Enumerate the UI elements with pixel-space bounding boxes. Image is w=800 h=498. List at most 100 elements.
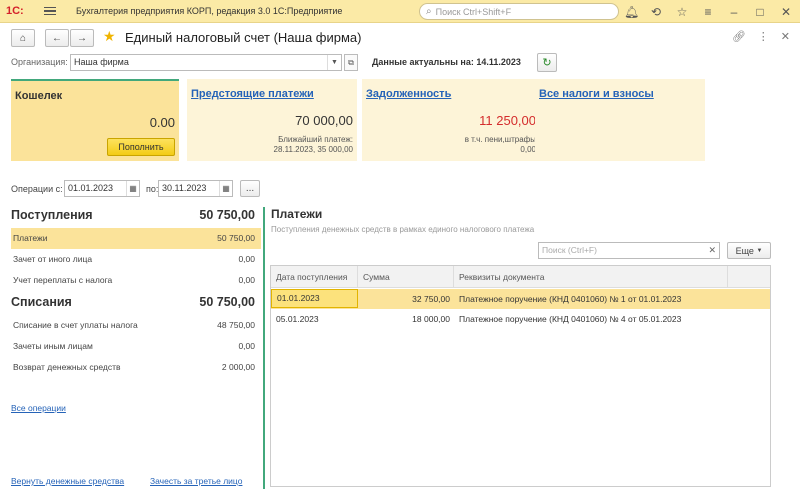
outgo-row-offsets-others[interactable]: Зачеты иным лицам 0,00 xyxy=(11,336,261,357)
debt-note-value: 0,00 xyxy=(520,145,536,154)
debt-note-label: в т.ч. пени,штрафы xyxy=(464,135,536,144)
income-header: Поступления 50 750,00 xyxy=(11,208,261,228)
period-select-button[interactable]: ... xyxy=(240,180,260,197)
outgo-row-refund[interactable]: Возврат денежных средств 2 000,00 xyxy=(11,357,261,378)
arrow-right-icon: → xyxy=(77,32,87,44)
payments-subtitle: Поступления денежных средств в рамках ед… xyxy=(271,225,535,234)
row-value: 50 750,00 xyxy=(217,233,255,243)
org-select[interactable]: Наша фирма ▼ xyxy=(70,54,342,71)
org-value: Наша фирма xyxy=(74,57,129,67)
favorites-star-icon[interactable]: ☆ xyxy=(676,5,688,19)
row-label: Учет переплаты с налога xyxy=(13,275,113,285)
cell-sum[interactable]: 32 750,00 xyxy=(358,289,454,309)
cell-date[interactable]: 01.01.2023 xyxy=(271,289,358,308)
all-taxes-link[interactable]: Все налоги и взносы xyxy=(539,88,654,100)
wallet-title: Кошелек xyxy=(15,90,63,102)
all-operations-link[interactable]: Все операции xyxy=(11,403,66,413)
debt-link[interactable]: Задолженность xyxy=(366,88,451,100)
row-label: Возврат денежных средств xyxy=(13,362,121,372)
search-icon: ⌕ xyxy=(426,6,432,17)
payments-search-placeholder: Поиск (Ctrl+F) xyxy=(542,245,597,255)
open-icon: ⧉ xyxy=(348,58,354,67)
date-from-input[interactable]: 01.01.2023 ▦ xyxy=(64,180,140,197)
link-icon[interactable]: 🔗︎ xyxy=(732,30,746,43)
history-icon[interactable]: ⟲ xyxy=(650,5,662,19)
row-value: 0,00 xyxy=(238,254,255,264)
clear-icon[interactable]: ✕ xyxy=(708,243,716,258)
calendar-icon[interactable]: ▦ xyxy=(126,181,139,196)
row-value: 2 000,00 xyxy=(221,362,255,372)
maximize-icon[interactable]: □ xyxy=(754,5,766,19)
home-icon: ⌂ xyxy=(19,32,27,44)
column-header-doc[interactable]: Реквизиты документа xyxy=(454,266,728,288)
upcoming-note-label: Ближайший платеж: xyxy=(278,135,353,144)
calendar-icon[interactable]: ▦ xyxy=(219,181,232,196)
row-label: Списание в счет уплаты налога xyxy=(13,320,138,330)
page-title: Единый налоговый счет (Наша фирма) xyxy=(125,30,362,45)
more-vertical-icon[interactable]: ⋮ xyxy=(758,30,769,43)
chevron-down-icon: ▼ xyxy=(756,247,763,254)
global-search-input[interactable]: ⌕ Поиск Ctrl+Shift+F xyxy=(419,3,619,20)
income-row-payments[interactable]: Платежи 50 750,00 xyxy=(11,228,261,249)
panel-divider xyxy=(263,207,265,489)
date-to-value: 30.11.2023 xyxy=(162,183,207,193)
cell-date[interactable]: 05.01.2023 xyxy=(271,309,358,329)
app-title: Бухгалтерия предприятия КОРП, редакция 3… xyxy=(76,6,343,16)
debt-amount: 11 250,00 xyxy=(479,113,536,128)
back-button[interactable]: ← xyxy=(45,29,69,47)
row-value: 0,00 xyxy=(238,341,255,351)
arrow-left-icon: ← xyxy=(52,32,62,44)
operations-to-label: по: xyxy=(146,184,159,194)
title-bar: 1С: Бухгалтерия предприятия КОРП, редакц… xyxy=(0,0,800,23)
income-title: Поступления xyxy=(11,208,93,222)
operations-from-label: Операции с: xyxy=(11,184,63,194)
return-funds-link[interactable]: Вернуть денежные средства xyxy=(11,476,124,486)
wallet-amount: 0.00 xyxy=(149,115,175,130)
topup-button[interactable]: Пополнить xyxy=(107,138,175,156)
close-form-icon[interactable]: ✕ xyxy=(781,30,790,43)
outgo-row-tax-writeoff[interactable]: Списание в счет уплаты налога 48 750,00 xyxy=(11,315,261,336)
table-row[interactable]: 01.01.2023 32 750,00 Платежное поручение… xyxy=(271,289,770,309)
refresh-button[interactable]: ↻ xyxy=(537,53,557,72)
global-search-placeholder: Поиск Ctrl+Shift+F xyxy=(435,6,512,17)
all-taxes-card: Все налоги и взносы xyxy=(535,79,705,161)
org-label: Организация: xyxy=(11,57,68,67)
cell-sum[interactable]: 18 000,00 xyxy=(358,309,454,329)
table-row[interactable]: 05.01.2023 18 000,00 Платежное поручение… xyxy=(271,309,770,329)
upcoming-amount: 70 000,00 xyxy=(295,113,353,128)
summary-panel: Поступления 50 750,00 Платежи 50 750,00 … xyxy=(11,208,261,378)
close-icon[interactable]: ✕ xyxy=(780,5,792,19)
minimize-icon[interactable]: – xyxy=(728,5,740,19)
row-label: Платежи xyxy=(13,233,48,243)
wallet-card: Кошелек 0.00 Пополнить xyxy=(11,79,179,161)
favorite-star-icon[interactable]: ★ xyxy=(103,28,116,45)
bell-icon[interactable]: 🔔︎ xyxy=(624,5,639,19)
chevron-down-icon[interactable]: ▼ xyxy=(327,55,341,70)
column-header-date[interactable]: Дата поступления xyxy=(271,266,358,288)
more-button[interactable]: Еще ▼ xyxy=(727,242,771,259)
org-open-button[interactable]: ⧉ xyxy=(344,54,358,71)
app-logo: 1С: xyxy=(6,5,24,17)
home-button[interactable]: ⌂ xyxy=(11,29,35,47)
date-to-input[interactable]: 30.11.2023 ▦ xyxy=(158,180,233,197)
income-row-overpayment[interactable]: Учет переплаты с налога 0,00 xyxy=(11,270,261,291)
date-from-value: 01.01.2023 xyxy=(68,183,114,193)
offset-third-party-link[interactable]: Зачесть за третье лицо xyxy=(150,476,242,486)
upcoming-payments-link[interactable]: Предстоящие платежи xyxy=(191,88,314,100)
column-header-sum[interactable]: Сумма xyxy=(358,266,454,288)
debt-card: Задолженность 11 250,00 в т.ч. пени,штра… xyxy=(362,79,540,161)
refresh-icon: ↻ xyxy=(542,57,552,69)
income-row-offset-from-other[interactable]: Зачет от иного лица 0,00 xyxy=(11,249,261,270)
outgo-total: 50 750,00 xyxy=(199,295,255,309)
cell-doc[interactable]: Платежное поручение (КНД 0401060) № 1 от… xyxy=(454,289,754,309)
row-value: 48 750,00 xyxy=(217,320,255,330)
forward-button[interactable]: → xyxy=(70,29,94,47)
row-label: Зачет от иного лица xyxy=(13,254,93,264)
cell-doc[interactable]: Платежное поручение (КНД 0401060) № 4 от… xyxy=(454,309,754,329)
payments-search-input[interactable]: Поиск (Ctrl+F) ✕ xyxy=(538,242,720,259)
upcoming-note-value: 28.11.2023, 35 000,00 xyxy=(273,145,353,154)
settings-menu-icon[interactable]: ≡ xyxy=(702,5,714,19)
menu-icon[interactable] xyxy=(44,6,56,16)
upcoming-payments-card: Предстоящие платежи 70 000,00 Ближайший … xyxy=(187,79,357,161)
row-value: 0,00 xyxy=(238,275,255,285)
